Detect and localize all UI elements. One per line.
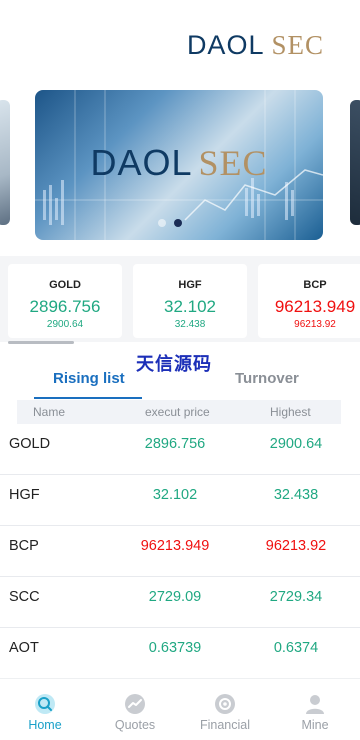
nav-financial[interactable]: Financial (180, 679, 270, 740)
nav-mine[interactable]: Mine (270, 679, 360, 740)
ticker-scrollbar[interactable] (8, 341, 74, 344)
tab-turnover[interactable]: Turnover (235, 370, 299, 387)
nav-quotes[interactable]: Quotes (90, 679, 180, 740)
row-price: 0.63739 (148, 640, 202, 656)
row-highest: 2729.34 (269, 589, 323, 605)
column-header-price: execut price (145, 405, 210, 419)
row-highest: 32.438 (273, 487, 319, 503)
logo-text-sec: SEC (271, 30, 324, 60)
user-icon (306, 695, 324, 714)
table-row[interactable]: GOLD 2896.756 2900.64 (0, 424, 360, 475)
carousel-indicators (158, 219, 182, 227)
banner-title: DAOL SEC (35, 142, 323, 184)
nav-home[interactable]: Home (0, 679, 90, 740)
ticker-sub-price: 32.438 (174, 319, 206, 330)
row-price: 32.102 (152, 487, 198, 503)
row-name: AOT (9, 640, 39, 656)
row-price: 96213.949 (140, 538, 210, 554)
quotes-chart-icon (125, 694, 145, 714)
banner-title-sec: SEC (198, 143, 268, 183)
nav-mine-label: Mine (301, 718, 329, 732)
banner-carousel[interactable]: DAOL SEC (0, 90, 360, 240)
nav-financial-label: Financial (199, 718, 251, 732)
market-table: GOLD 2896.756 2900.64 HGF 32.102 32.438 … (0, 424, 360, 679)
carousel-dot-2[interactable] (174, 219, 182, 227)
column-header-name: Name (33, 405, 66, 419)
tab-rising-list[interactable]: Rising list (53, 370, 125, 387)
row-name: BCP (9, 538, 39, 554)
table-header: Name execut price Highest (17, 400, 341, 424)
table-row[interactable]: BCP 96213.949 96213.92 (0, 526, 360, 577)
nav-home-label: Home (28, 718, 62, 732)
ticker-price: 2896.756 (29, 297, 101, 316)
ticker-symbol: BCP (303, 279, 327, 291)
row-highest: 96213.92 (265, 538, 327, 554)
ranking-tabs: Rising list Turnover (0, 366, 360, 399)
banner-slide[interactable]: DAOL SEC (35, 90, 323, 240)
ticker-symbol: GOLD (49, 279, 81, 291)
row-price: 2729.09 (148, 589, 202, 605)
ticker-price: 96213.949 (274, 297, 356, 316)
ticker-card-bcp[interactable]: BCP 96213.949 96213.92 (258, 264, 360, 338)
financial-icon (215, 694, 235, 714)
row-name: GOLD (9, 436, 51, 452)
home-icon (35, 694, 55, 714)
ticker-symbol: HGF (178, 279, 202, 291)
active-tab-indicator (34, 397, 142, 399)
ticker-price: 32.102 (164, 297, 216, 316)
bottom-nav: Home Quotes Financial Mine (0, 678, 360, 740)
row-name: HGF (9, 487, 40, 503)
banner-prev-slide[interactable] (0, 100, 10, 225)
nav-quotes-label: Quotes (114, 718, 156, 732)
table-row[interactable]: AOT 0.63739 0.6374 (0, 628, 360, 679)
column-header-highest: Highest (270, 405, 311, 419)
brand-logo: DAOL SEC (187, 30, 324, 61)
ticker-sub-price: 2900.64 (46, 319, 84, 330)
banner-title-daol: DAOL (90, 142, 193, 183)
logo-text-daol: DAOL (186, 30, 265, 60)
banner-next-slide[interactable] (350, 100, 360, 225)
row-highest: 2900.64 (269, 436, 323, 452)
table-row[interactable]: HGF 32.102 32.438 (0, 475, 360, 526)
carousel-dot-1[interactable] (158, 219, 166, 227)
ticker-sub-price: 96213.92 (294, 319, 336, 330)
row-price: 2896.756 (144, 436, 206, 452)
ticker-card-hgf[interactable]: HGF 32.102 32.438 (133, 264, 247, 338)
ticker-card-gold[interactable]: GOLD 2896.756 2900.64 (8, 264, 122, 338)
table-row[interactable]: SCC 2729.09 2729.34 (0, 577, 360, 628)
row-name: SCC (9, 589, 40, 605)
row-highest: 0.6374 (273, 640, 319, 656)
